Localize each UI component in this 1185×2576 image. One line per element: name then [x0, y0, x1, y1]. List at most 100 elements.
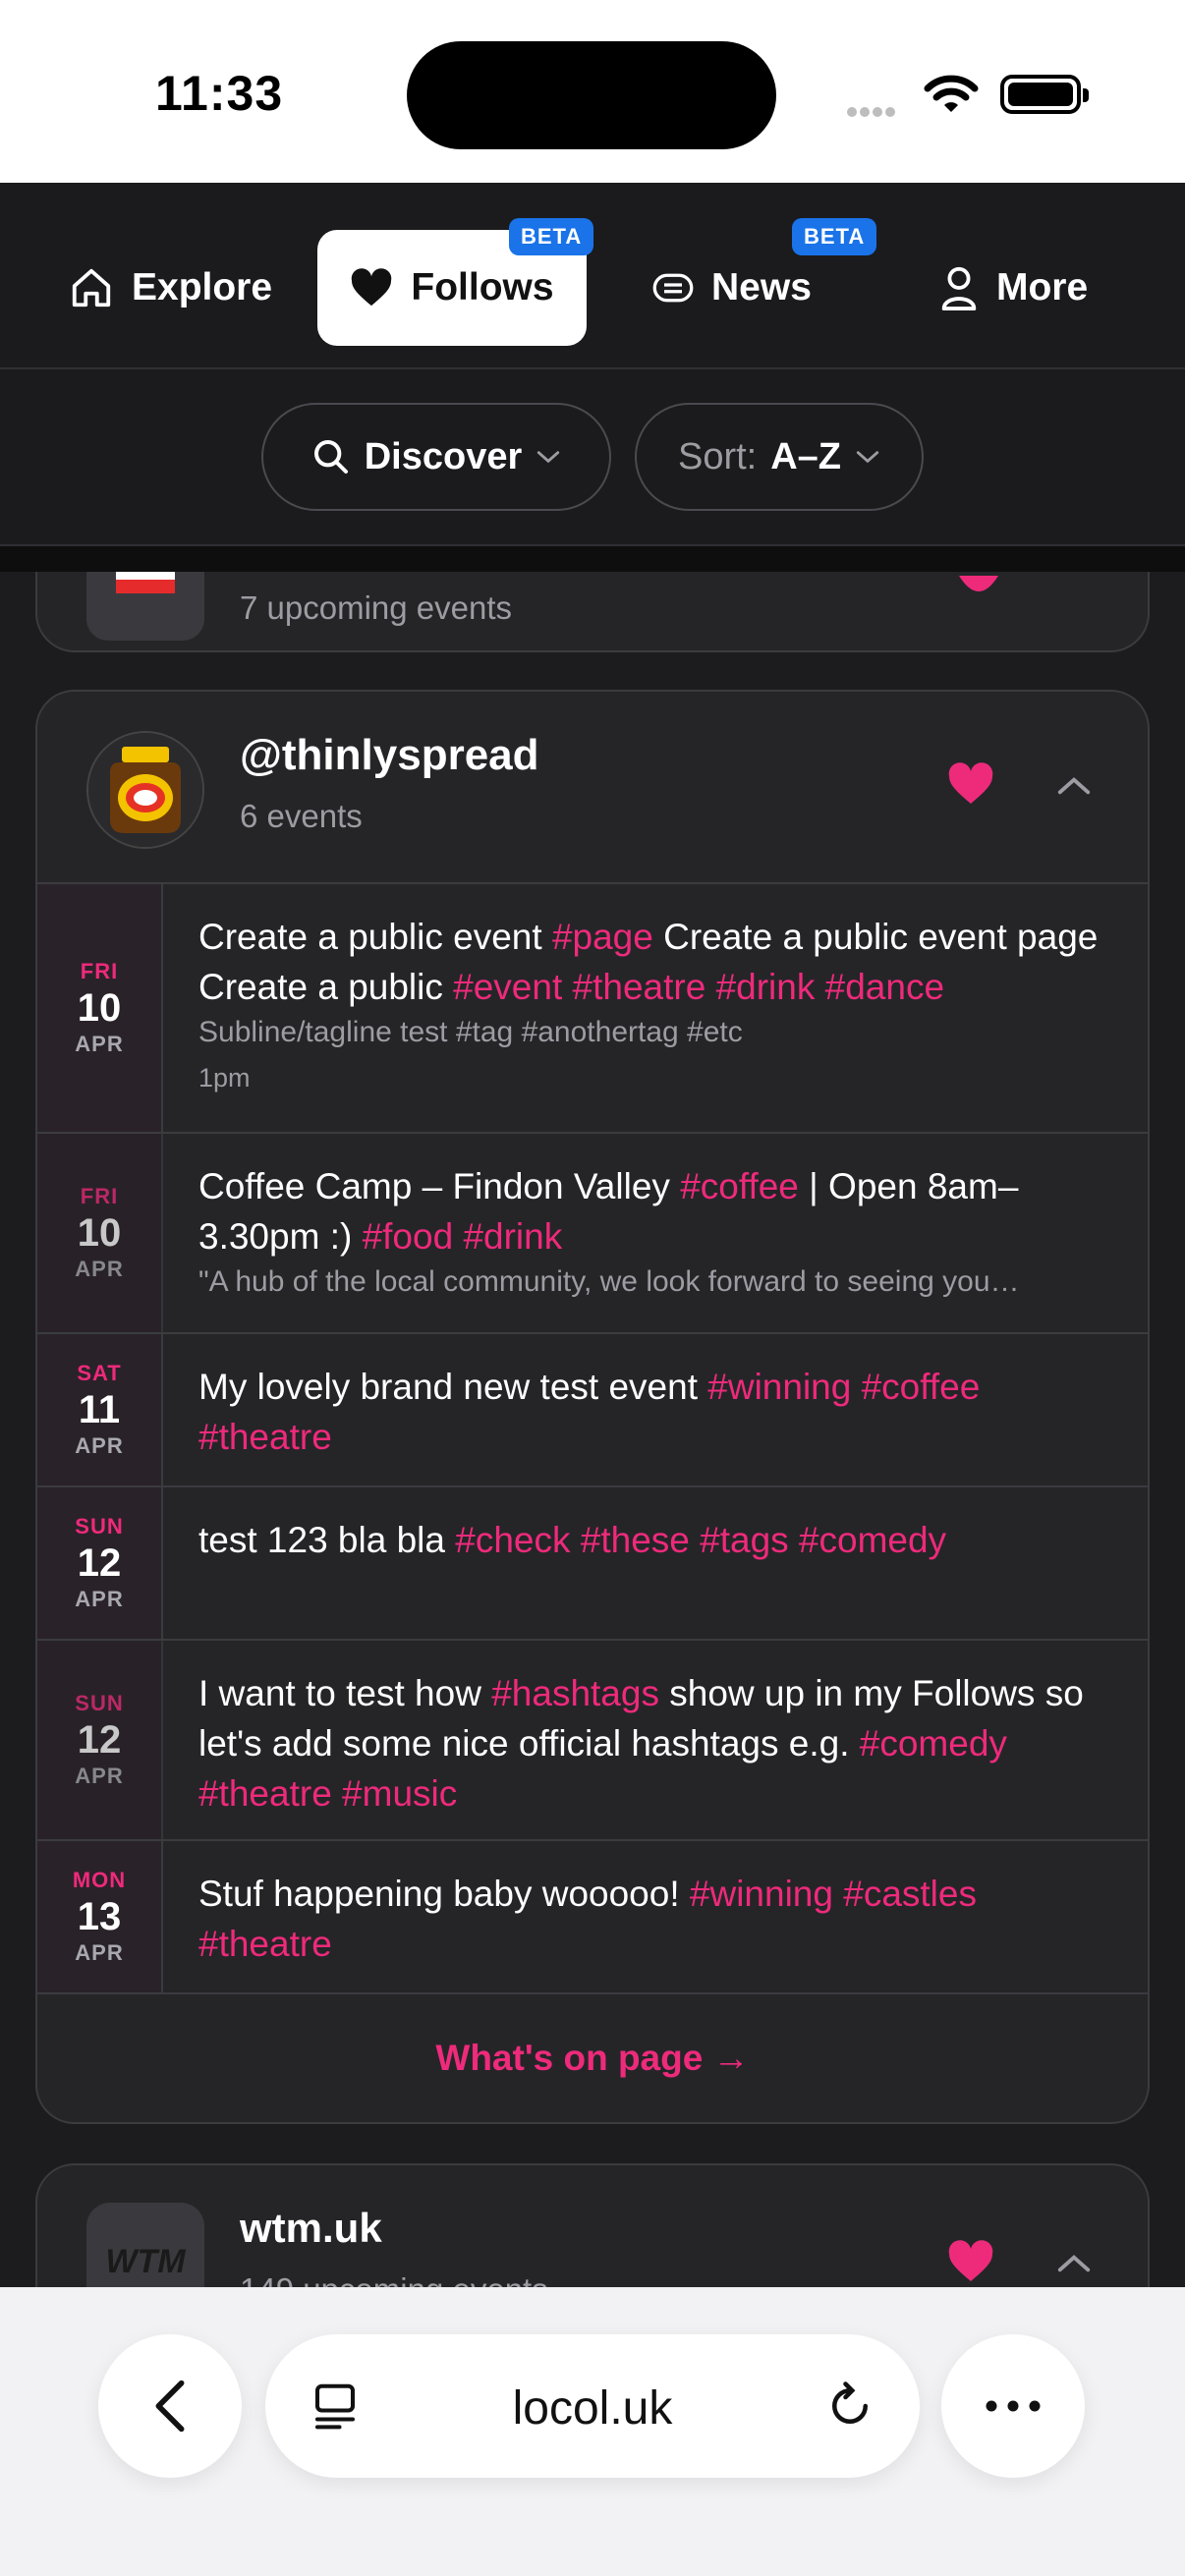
user-icon [941, 266, 977, 310]
nav-more-label: More [996, 266, 1089, 308]
event-weekday: FRI [80, 1184, 119, 1208]
avatar [86, 731, 204, 849]
event-date: FRI 10 APR [37, 1134, 163, 1332]
heart-icon[interactable] [947, 2240, 994, 2283]
discover-dropdown[interactable]: Discover [261, 403, 611, 511]
url-text: locol.uk [512, 2382, 673, 2435]
event-date: SAT 11 APR [37, 1334, 163, 1485]
sort-dropdown[interactable]: Sort: A–Z [635, 403, 924, 511]
heart-icon [352, 268, 392, 307]
event-day: 10 [77, 986, 122, 1030]
event-day: 11 [78, 1388, 121, 1431]
marmite-jar-logo [88, 733, 202, 847]
event-body: Create a public event #page Create a pub… [163, 884, 1148, 1132]
hashtag: #coffee [680, 1166, 799, 1206]
event-weekday: SAT [77, 1361, 122, 1385]
back-button[interactable] [98, 2334, 242, 2478]
account-handle: wtm.uk [240, 2205, 382, 2251]
hashtag: #check #these #tags #comedy [455, 1520, 947, 1560]
hashtag: #hashtags [491, 1673, 659, 1713]
event-row[interactable]: MON 13 APR Stuf happening baby wooooo! #… [37, 1841, 1148, 1994]
event-day: 12 [77, 1541, 122, 1585]
event-weekday: FRI [80, 959, 119, 983]
follows-list[interactable]: 7 upcoming events @thinlyspread 6 events [0, 572, 1185, 2291]
nav-more[interactable]: More [939, 230, 1088, 346]
whats-on-page-link[interactable]: What's on page → [37, 1994, 1148, 2122]
heart-icon[interactable] [947, 762, 994, 806]
event-month: APR [75, 1032, 124, 1056]
event-date: SUN 12 APR [37, 1641, 163, 1839]
nav-explore[interactable]: Explore [69, 230, 272, 346]
ellipsis-icon [986, 2400, 1041, 2412]
chevron-up-icon[interactable] [1055, 774, 1093, 798]
nav-explore-label: Explore [132, 266, 273, 308]
event-month: APR [75, 1940, 124, 1965]
event-body: Stuf happening baby wooooo! #winning #ca… [163, 1841, 1148, 1992]
chevron-left-icon [155, 2380, 185, 2433]
event-weekday: MON [72, 1868, 127, 1892]
battery-icon [1000, 75, 1089, 114]
nav-news[interactable]: News [652, 230, 812, 346]
cellular-signal-icon [847, 104, 898, 122]
followed-card-previous[interactable]: 7 upcoming events [35, 572, 1150, 652]
address-bar[interactable]: locol.uk [265, 2334, 920, 2478]
hashtag: #food #drink [362, 1216, 563, 1257]
dynamic-island [407, 41, 776, 149]
event-body: My lovely brand new test event #winning … [163, 1334, 1148, 1485]
upcoming-count: 7 upcoming events [240, 589, 513, 626]
beta-badge-follows: BETA [509, 218, 594, 255]
browser-toolbar: locol.uk [0, 2287, 1185, 2576]
event-body: I want to test how #hashtags show up in … [163, 1641, 1148, 1839]
home-icon [72, 268, 111, 308]
event-title: Stuf happening baby wooooo! #winning #ca… [198, 1874, 977, 1964]
event-row[interactable]: FRI 10 APR Coffee Camp – Findon Valley #… [37, 1134, 1148, 1334]
event-month: APR [75, 1764, 124, 1788]
discover-label: Discover [364, 435, 523, 477]
event-subtitle: "A hub of the local community, we look f… [198, 1265, 1020, 1298]
nav-follows-label: Follows [411, 266, 554, 308]
event-date: FRI 10 APR [37, 884, 163, 1132]
search-icon [313, 440, 348, 474]
followed-card-thinlyspread: @thinlyspread 6 events FRI 10 APR Create… [35, 690, 1150, 2124]
avatar-logo [116, 572, 175, 593]
event-time: 1pm [198, 1063, 251, 1092]
nav-news-label: News [711, 266, 812, 308]
event-row[interactable]: SAT 11 APR My lovely brand new test even… [37, 1334, 1148, 1487]
wifi-icon [924, 75, 979, 112]
chevron-down-icon [537, 451, 560, 464]
event-row[interactable]: SUN 12 APR I want to test how #hashtags … [37, 1641, 1148, 1841]
event-day: 12 [77, 1718, 122, 1762]
followed-card-wtm[interactable]: WTM wtm.uk 149 upcoming events [35, 2163, 1150, 2291]
event-weekday: SUN [75, 1514, 124, 1539]
chevron-down-icon [856, 451, 879, 464]
heart-icon[interactable] [955, 576, 1002, 595]
event-subtitle: Subline/tagline test #tag #anothertag #e… [198, 1016, 743, 1048]
sort-prefix: Sort: [677, 435, 758, 477]
sort-value: A–Z [770, 435, 842, 477]
event-day: 10 [77, 1211, 122, 1255]
hashtag: #event #theatre #drink #dance [453, 967, 945, 1007]
event-body: test 123 bla bla #check #these #tags #co… [163, 1487, 1148, 1639]
top-nav: Explore Follows News More [0, 183, 1185, 369]
event-month: APR [75, 1587, 124, 1611]
event-date: SUN 12 APR [37, 1487, 163, 1639]
event-month: APR [75, 1257, 124, 1281]
event-title: My lovely brand new test event #winning … [198, 1367, 981, 1457]
more-button[interactable] [941, 2334, 1085, 2478]
event-month: APR [75, 1433, 124, 1458]
event-weekday: SUN [75, 1691, 124, 1715]
event-day: 13 [77, 1895, 122, 1938]
news-icon [652, 273, 694, 303]
beta-badge-news: BETA [792, 218, 877, 255]
reload-icon[interactable] [823, 2380, 876, 2433]
filter-bar: Discover Sort: A–Z [0, 369, 1185, 546]
status-time: 11:33 [155, 66, 284, 121]
event-title: I want to test how #hashtags show up in … [198, 1673, 1084, 1814]
card-header[interactable]: @thinlyspread 6 events [37, 692, 1148, 884]
event-title: Create a public event #page Create a pub… [198, 917, 1099, 1007]
avatar: WTM [86, 2203, 204, 2291]
event-row[interactable]: SUN 12 APR test 123 bla bla #check #thes… [37, 1487, 1148, 1641]
header-shadow [0, 546, 1185, 572]
event-row[interactable]: FRI 10 APR Create a public event #page C… [37, 884, 1148, 1134]
chevron-up-icon[interactable] [1055, 2252, 1093, 2275]
